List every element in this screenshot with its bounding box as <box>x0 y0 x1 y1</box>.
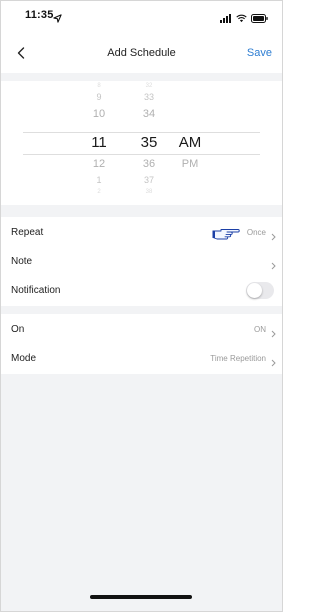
save-button[interactable]: Save <box>247 47 272 59</box>
minute-option[interactable]: 36 <box>131 158 167 170</box>
time-picker[interactable]: 8 9 10 11 12 1 2 32 33 34 35 36 37 38 AM… <box>1 81 282 205</box>
hour-option[interactable]: 10 <box>81 108 117 120</box>
hour-option[interactable]: 9 <box>81 92 117 102</box>
nav-bar: Add Schedule Save <box>1 35 282 73</box>
repeat-label: Repeat <box>11 227 44 238</box>
minute-option[interactable]: 37 <box>131 175 167 185</box>
hour-option[interactable]: 12 <box>81 158 117 170</box>
wifi-icon <box>236 10 247 28</box>
minute-option[interactable]: 34 <box>131 108 167 120</box>
minute-selected[interactable]: 35 <box>131 134 167 151</box>
hour-option[interactable]: 8 <box>81 83 117 89</box>
on-label: On <box>11 324 25 335</box>
chevron-right-icon <box>271 228 276 246</box>
ampm-selected[interactable]: AM <box>175 134 205 151</box>
battery-icon <box>251 10 268 28</box>
settings-group-primary: Repeat Once Note Notification <box>1 217 282 306</box>
page-title: Add Schedule <box>107 47 176 59</box>
minute-option[interactable]: 32 <box>131 83 167 89</box>
notification-row: Notification <box>1 276 282 305</box>
repeat-row[interactable]: Repeat Once <box>1 218 282 247</box>
hour-selected[interactable]: 11 <box>81 134 117 151</box>
phone-screen: 11:35 Add Schedule Save 8 9 10 11 12 1 2… <box>0 0 283 612</box>
repeat-value: Once <box>246 228 266 237</box>
status-bar: 11:35 <box>1 1 282 35</box>
ampm-option[interactable]: PM <box>175 158 205 170</box>
mode-row[interactable]: Mode Time Repetition <box>1 344 282 373</box>
mode-label: Mode <box>11 353 37 364</box>
location-arrow-icon <box>53 10 62 28</box>
minute-option[interactable]: 38 <box>131 189 167 195</box>
minute-option[interactable]: 33 <box>131 92 167 102</box>
note-label: Note <box>11 256 33 267</box>
settings-group-secondary: On ON Mode Time Repetition <box>1 314 282 374</box>
picker-selection-top-line <box>23 132 260 133</box>
notification-label: Notification <box>11 285 61 296</box>
home-indicator[interactable] <box>90 595 192 599</box>
chevron-right-icon <box>271 354 276 372</box>
on-row[interactable]: On ON <box>1 315 282 344</box>
pointing-hand-icon <box>212 226 240 245</box>
toggle-knob <box>247 283 262 298</box>
note-row[interactable]: Note <box>1 247 282 276</box>
hour-option[interactable]: 2 <box>81 189 117 195</box>
mode-value: Time Repetition <box>210 354 266 363</box>
status-time: 11:35 <box>25 9 54 21</box>
on-value: ON <box>254 325 266 334</box>
chevron-right-icon <box>271 325 276 343</box>
hour-option[interactable]: 1 <box>81 175 117 185</box>
chevron-right-icon <box>271 257 276 275</box>
picker-selection-bottom-line <box>23 154 260 155</box>
notification-toggle[interactable] <box>246 282 274 299</box>
cellular-signal-icon <box>220 10 232 28</box>
